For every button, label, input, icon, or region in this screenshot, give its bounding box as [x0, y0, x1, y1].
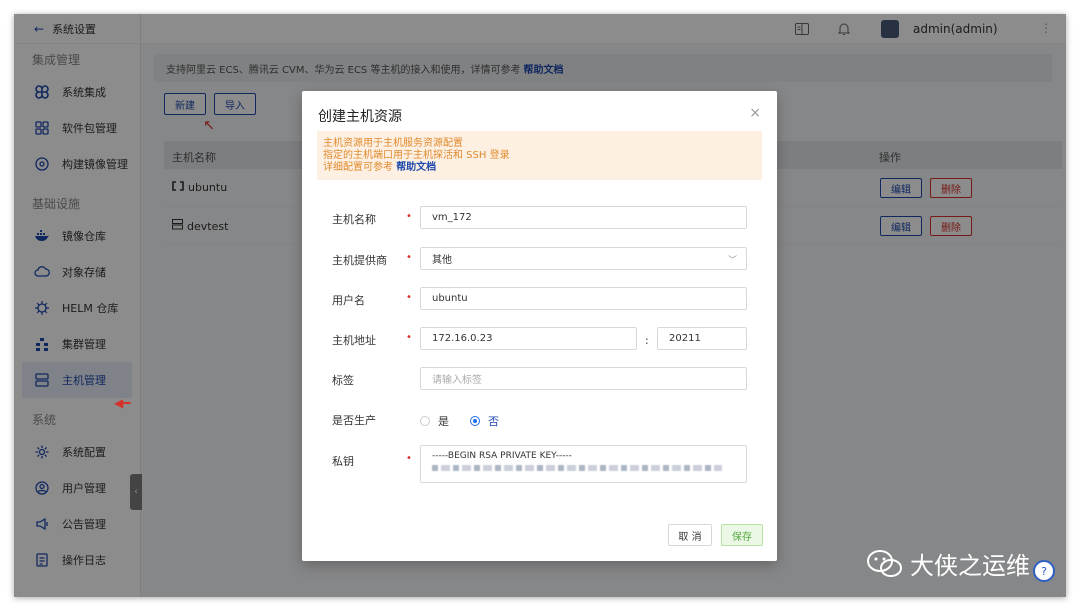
username-label: 用户名 [332, 294, 365, 307]
save-button[interactable]: 保存 [721, 524, 763, 546]
address-label: 主机地址 [332, 334, 376, 347]
chevron-down-icon: ﹀ [727, 256, 737, 266]
tip-help-link[interactable]: 帮助文档 [396, 162, 436, 173]
tag-field[interactable]: 请输入标签 [420, 367, 747, 390]
port-field[interactable]: 20211 [657, 327, 747, 350]
watermark: 大侠之运维 [866, 546, 1030, 581]
hostname-label: 主机名称 [332, 213, 376, 226]
production-yes-radio[interactable]: 是 [420, 413, 449, 429]
watermark-text: 大侠之运维 [910, 552, 1030, 580]
provider-select[interactable]: 其他 ﹀ [420, 247, 747, 270]
tag-label: 标签 [332, 374, 354, 387]
radio-label: 是 [438, 415, 449, 428]
production-label: 是否生产 [332, 414, 376, 427]
radio-unchecked-icon [420, 416, 430, 426]
create-host-dialog: 创建主机资源 × 主机资源用于主机服务资源配置 指定的主机端口用于主机探活和 S… [302, 91, 777, 561]
app-window: ← 系统设置 集成管理 系统集成 软件包管理 构建镜像管理 基础设施 镜像仓库 … [14, 14, 1066, 597]
private-key-textarea[interactable]: -----BEGIN RSA PRIVATE KEY----- [420, 445, 747, 483]
tip-line: 主机资源用于主机服务资源配置 [323, 138, 463, 149]
hostname-field[interactable]: vm_172 [420, 206, 747, 229]
address-port-separator: : [645, 334, 649, 347]
close-icon[interactable]: × [749, 105, 761, 121]
annotation-arrow-icon: ◀━ [114, 396, 131, 410]
required-marker: • [406, 292, 412, 303]
required-marker: • [406, 252, 412, 263]
dialog-tip: 主机资源用于主机服务资源配置 指定的主机端口用于主机探活和 SSH 登录 详细配… [317, 131, 762, 180]
radio-checked-icon [470, 416, 480, 426]
provider-selected-value: 其他 [432, 255, 452, 266]
required-marker: • [406, 211, 412, 222]
cancel-button[interactable]: 取 消 [668, 524, 712, 546]
username-field[interactable]: ubuntu [420, 287, 747, 310]
required-marker: • [406, 332, 412, 343]
redacted-key-content [432, 465, 722, 471]
required-marker: • [406, 453, 412, 464]
tip-line: 指定的主机端口用于主机探活和 SSH 登录 [323, 150, 510, 161]
host-address-field[interactable]: 172.16.0.23 [420, 327, 637, 350]
production-no-radio[interactable]: 否 [470, 413, 499, 429]
provider-label: 主机提供商 [332, 254, 387, 267]
private-key-label: 私钥 [332, 455, 354, 468]
tip-line: 详细配置可参考 [323, 162, 393, 173]
private-key-header: -----BEGIN RSA PRIVATE KEY----- [432, 451, 572, 461]
wechat-icon [867, 549, 902, 577]
dialog-title: 创建主机资源 [318, 109, 402, 125]
help-icon[interactable]: ? [1033, 560, 1055, 582]
radio-label: 否 [488, 415, 499, 428]
